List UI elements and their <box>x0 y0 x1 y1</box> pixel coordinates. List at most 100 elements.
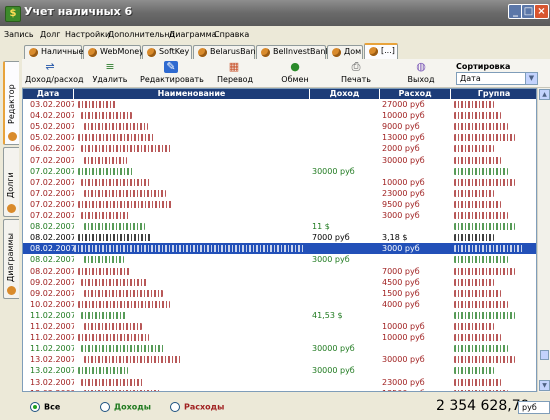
table-row[interactable]: 07.02.2007 3000 руб <box>23 210 536 221</box>
print-icon: ⎙ <box>351 60 361 73</box>
cell-name <box>74 310 306 321</box>
exit-button[interactable]: ◍ Выход <box>407 61 435 85</box>
column-header-group[interactable]: Группа <box>451 89 536 99</box>
tab-webmoney[interactable]: WebMoney <box>83 45 144 59</box>
tab-cash[interactable]: Наличные <box>24 45 83 59</box>
table-row[interactable]: 04.02.2007 10000 руб <box>23 110 536 121</box>
cell-date: 08.02.2007 <box>30 255 74 265</box>
currency-select[interactable]: руб ▼ <box>518 401 550 414</box>
table-row[interactable]: 11.02.2007 30000 руб <box>23 343 536 354</box>
table-row[interactable]: 11.02.2007 10000 руб <box>23 332 536 343</box>
vtab-debts[interactable]: Долги <box>3 147 19 217</box>
cell-expense: 10000 руб <box>382 111 425 121</box>
table-row[interactable]: 07.02.2007 30000 руб <box>23 155 536 166</box>
column-header-name[interactable]: Наименование <box>74 89 310 99</box>
table-row[interactable]: 06.02.2007 2000 руб <box>23 143 536 154</box>
cell-income <box>310 199 380 210</box>
table-row[interactable]: 05.02.2007 9000 руб <box>23 121 536 132</box>
menu-item-extra[interactable]: Дополнительно <box>108 30 174 39</box>
column-header-income[interactable]: Доход <box>310 89 380 99</box>
cell-income: 7000 руб <box>312 233 350 243</box>
table-row[interactable]: 13.02.2007 30000 руб <box>23 354 536 365</box>
table-row[interactable]: 13.02.2007 13500 руб <box>23 388 536 391</box>
filter-expense[interactable]: Расходы <box>170 402 224 412</box>
filter-income[interactable]: Доходы <box>100 402 151 412</box>
table-row[interactable]: 03.02.2007 27000 руб <box>23 99 536 110</box>
table-row[interactable]: 08.02.2007 7000 руб <box>23 266 536 277</box>
cell-income: 30000 руб <box>312 344 355 354</box>
delete-button[interactable]: ≡ Удалить <box>92 61 128 85</box>
vtab-charts[interactable]: Диаграммы <box>3 219 19 299</box>
transfer-button[interactable]: ▦ Перевод <box>217 61 253 85</box>
tab-more[interactable]: [...] <box>364 43 398 59</box>
table-row[interactable]: 08.02.2007 7000 руб 3,18 $ <box>23 232 536 243</box>
table-row[interactable]: 07.02.2007 23000 руб <box>23 188 536 199</box>
scroll-up-icon[interactable]: ▲ <box>539 89 550 100</box>
chevron-down-icon[interactable]: ▼ <box>525 73 537 84</box>
menu-item-chart[interactable]: Диаграмма <box>169 30 217 39</box>
table-row[interactable]: 09.02.2007 1500 руб <box>23 288 536 299</box>
menu-item-help[interactable]: Справка <box>214 30 249 39</box>
redacted-text <box>454 189 494 197</box>
table-row[interactable]: 13.02.2007 23000 руб <box>23 377 536 388</box>
tab-softkey[interactable]: SoftKey <box>142 45 192 59</box>
cell-income <box>310 155 380 166</box>
column-header-expense[interactable]: Расход <box>380 89 451 99</box>
close-button[interactable]: × <box>534 4 549 19</box>
table-row[interactable]: 11.02.2007 41,53 $ <box>23 310 536 321</box>
cell-date: 08.02.2007 <box>30 222 74 232</box>
title-bar: $ Учет наличных 6 _ □ × <box>0 0 550 26</box>
cell-group <box>451 188 525 199</box>
cell-name <box>74 232 306 243</box>
menu-item-debt[interactable]: Долг <box>40 30 60 39</box>
cell-group <box>451 177 525 188</box>
redacted-text <box>454 134 515 142</box>
redacted-text <box>78 134 155 142</box>
menu-item-record[interactable]: Запись <box>4 30 34 39</box>
cell-expense: 3000 руб <box>382 211 420 220</box>
cell-income: 11 $ <box>312 222 330 232</box>
filter-all[interactable]: Все <box>30 402 60 412</box>
sort-select[interactable]: Дата ▼ <box>456 72 538 85</box>
table-row[interactable]: 11.02.2007 10000 руб <box>23 321 536 332</box>
table-row[interactable]: 08.02.2007 11 $ <box>23 221 536 232</box>
cell-name <box>74 354 306 365</box>
redacted-text <box>454 267 515 275</box>
table-row[interactable]: 08.02.2007 3000 руб <box>23 243 536 255</box>
tab-home[interactable]: Дом <box>327 45 363 59</box>
cell-date: 09.02.2007 <box>30 277 74 287</box>
cell-name <box>74 110 306 121</box>
cell-group <box>451 277 525 288</box>
print-button[interactable]: ⎙ Печать <box>341 60 371 85</box>
exchange-button[interactable]: ● Обмен <box>280 61 310 85</box>
scroll-thumb[interactable] <box>540 350 549 360</box>
income-expense-button[interactable]: ⇌ Доход/расход <box>25 61 84 85</box>
wallet-icon <box>261 47 270 57</box>
debts-icon <box>7 204 16 213</box>
table-row[interactable]: 13.02.2007 30000 руб <box>23 365 536 376</box>
redacted-text <box>454 156 501 164</box>
redacted-text <box>454 278 494 286</box>
table-row[interactable]: 10.02.2007 4000 руб <box>23 299 536 310</box>
cell-name <box>74 365 306 376</box>
wallet-icon <box>369 46 378 56</box>
cell-income <box>310 354 380 365</box>
transactions-grid: Дата Наименование Доход Расход Группа 03… <box>22 88 537 392</box>
vtab-editor[interactable]: Редактор <box>3 61 19 145</box>
grid-scrollbar[interactable]: ▲ ▼ <box>537 88 550 392</box>
edit-button[interactable]: ✎ Редактировать <box>140 61 204 85</box>
table-row[interactable]: 07.02.2007 9500 руб <box>23 199 536 210</box>
table-row[interactable]: 09.02.2007 4500 руб <box>23 277 536 288</box>
table-row[interactable]: 05.02.2007 13000 руб <box>23 132 536 143</box>
column-header-date[interactable]: Дата <box>23 89 74 99</box>
status-bar: Все Доходы Расходы 2 354 628,79 руб ▼ <box>22 394 550 420</box>
tab-belarusbank[interactable]: BelarusBank <box>193 45 260 59</box>
cell-group <box>451 110 525 121</box>
tab-belinvestbank[interactable]: BelInvestBank <box>256 45 330 59</box>
table-row[interactable]: 07.02.2007 30000 руб <box>23 166 536 177</box>
cell-group <box>451 388 525 391</box>
scroll-down-icon[interactable]: ▼ <box>539 380 550 391</box>
table-row[interactable]: 08.02.2007 3000 руб <box>23 254 536 265</box>
table-row[interactable]: 07.02.2007 10000 руб <box>23 177 536 188</box>
menu-item-settings[interactable]: Настройки <box>65 30 110 39</box>
